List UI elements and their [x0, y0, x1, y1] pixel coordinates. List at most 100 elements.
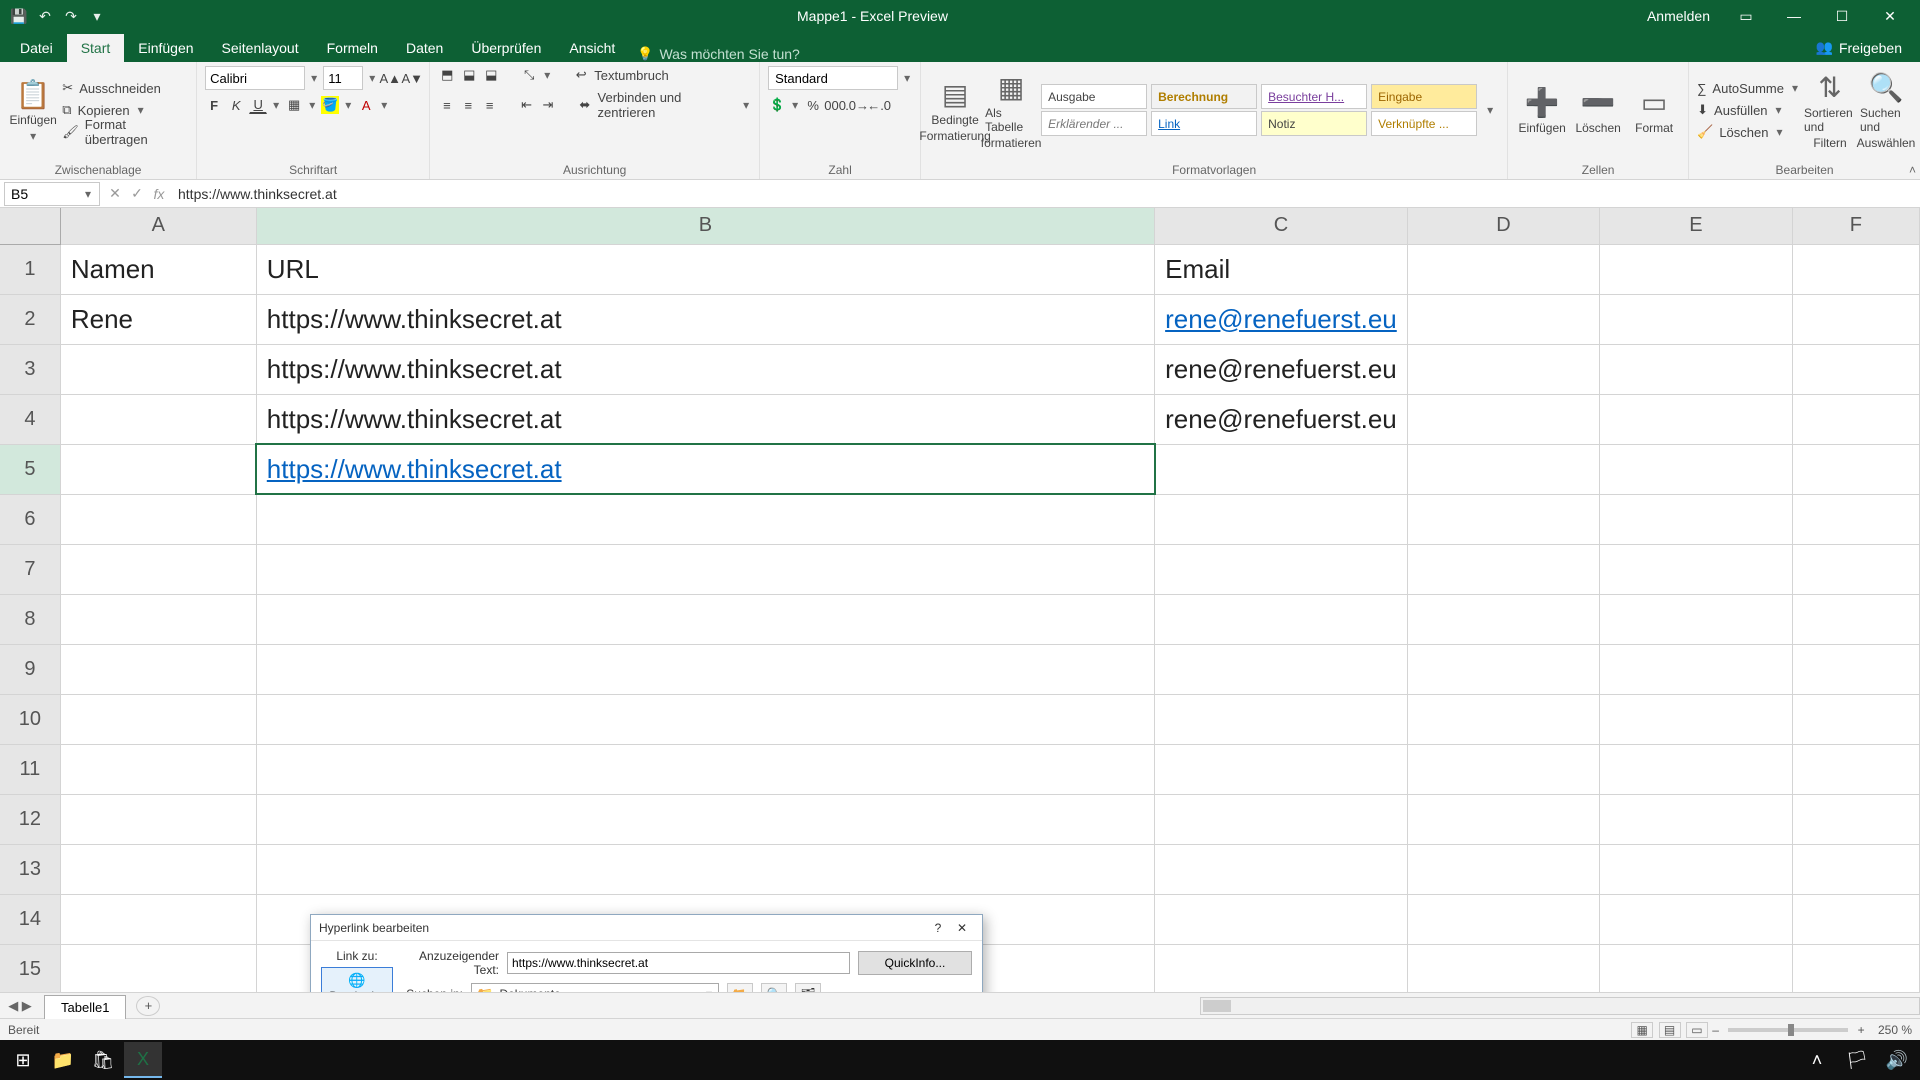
browse-web-icon[interactable]: 🔍: [761, 983, 787, 992]
row-14[interactable]: 14: [0, 894, 60, 944]
style-berechnung[interactable]: Berechnung: [1151, 84, 1257, 109]
cell-E7[interactable]: [1600, 544, 1792, 594]
italic-icon[interactable]: K: [227, 96, 245, 114]
copy-icon[interactable]: ⧉: [62, 102, 71, 118]
cell-A10[interactable]: [60, 694, 256, 744]
find-select-button[interactable]: 🔍Suchen undAuswählen: [1860, 71, 1912, 150]
inc-decimal-icon[interactable]: .0→: [848, 96, 866, 114]
cell-B2[interactable]: https://www.thinksecret.at: [256, 294, 1154, 344]
autosum-icon[interactable]: ∑: [1697, 81, 1706, 96]
hscrollbar[interactable]: [1200, 997, 1920, 1015]
cell-E1[interactable]: [1600, 244, 1792, 294]
share-button[interactable]: 👥Freigeben: [1798, 33, 1920, 62]
cell-F2[interactable]: [1792, 294, 1919, 344]
folder-combo[interactable]: 📁Dokumente▾: [471, 983, 719, 992]
minimize-icon[interactable]: —: [1782, 8, 1806, 24]
zoom-slider[interactable]: [1728, 1028, 1848, 1032]
cell-F7[interactable]: [1792, 544, 1919, 594]
view-normal-icon[interactable]: ▦: [1631, 1022, 1653, 1038]
row-6[interactable]: 6: [0, 494, 60, 544]
col-F[interactable]: F: [1792, 208, 1919, 244]
ribbon-options-icon[interactable]: ▭: [1734, 8, 1758, 25]
cell-E14[interactable]: [1600, 894, 1792, 944]
cell-F11[interactable]: [1792, 744, 1919, 794]
cell-A4[interactable]: [60, 394, 256, 444]
maximize-icon[interactable]: ☐: [1830, 8, 1854, 25]
cell-C13[interactable]: [1155, 844, 1408, 894]
insert-cells-button[interactable]: ➕Einfügen: [1516, 86, 1568, 135]
cell-B12[interactable]: [256, 794, 1154, 844]
cell-D7[interactable]: [1407, 544, 1599, 594]
fx-icon[interactable]: fx: [148, 186, 170, 202]
align-center-icon[interactable]: ≡: [460, 96, 477, 114]
cond-format-button[interactable]: ▤BedingteFormatierung: [929, 78, 981, 143]
cell-C11[interactable]: [1155, 744, 1408, 794]
store-icon[interactable]: 🛍: [84, 1042, 122, 1078]
col-C[interactable]: C: [1155, 208, 1408, 244]
styles-more-icon[interactable]: ▾: [1485, 103, 1495, 117]
percent-icon[interactable]: %: [804, 96, 822, 114]
cell-E6[interactable]: [1600, 494, 1792, 544]
cell-C7[interactable]: [1155, 544, 1408, 594]
font-color-icon[interactable]: A: [357, 96, 375, 114]
cell-E10[interactable]: [1600, 694, 1792, 744]
tab-insert[interactable]: Einfügen: [124, 34, 207, 62]
row-10[interactable]: 10: [0, 694, 60, 744]
cell-B10[interactable]: [256, 694, 1154, 744]
tray-up-icon[interactable]: ˄: [1798, 1042, 1836, 1078]
cancel-formula-icon[interactable]: ✕: [104, 185, 126, 202]
cell-F13[interactable]: [1792, 844, 1919, 894]
wrap-text-icon[interactable]: ↩: [572, 66, 590, 84]
cell-B3[interactable]: https://www.thinksecret.at: [256, 344, 1154, 394]
cell-D1[interactable]: [1407, 244, 1599, 294]
cell-F14[interactable]: [1792, 894, 1919, 944]
paste-button[interactable]: 📋Einfügen▾: [8, 78, 58, 143]
row-1[interactable]: 1: [0, 244, 60, 294]
cell-D9[interactable]: [1407, 644, 1599, 694]
cell-A6[interactable]: [60, 494, 256, 544]
tellme-text[interactable]: Was möchten Sie tun?: [659, 46, 799, 62]
cell-D14[interactable]: [1407, 894, 1599, 944]
cell-D6[interactable]: [1407, 494, 1599, 544]
cell-F6[interactable]: [1792, 494, 1919, 544]
cell-A2[interactable]: Rene: [60, 294, 256, 344]
cell-D12[interactable]: [1407, 794, 1599, 844]
cell-A1[interactable]: Namen: [60, 244, 256, 294]
fill-icon[interactable]: ⬇: [1697, 102, 1708, 118]
cell-D4[interactable]: [1407, 394, 1599, 444]
signin-link[interactable]: Anmelden: [1647, 8, 1710, 24]
cell-D8[interactable]: [1407, 594, 1599, 644]
cell-D10[interactable]: [1407, 694, 1599, 744]
redo-icon[interactable]: ↷: [62, 8, 80, 25]
tray-sound-icon[interactable]: 🔊: [1878, 1042, 1916, 1078]
align-middle-icon[interactable]: ⬓: [460, 66, 478, 84]
underline-icon[interactable]: U: [249, 96, 267, 114]
tab-view[interactable]: Ansicht: [555, 34, 629, 62]
cell-C15[interactable]: [1155, 944, 1408, 992]
format-painter-icon[interactable]: 🖌: [62, 124, 79, 140]
cell-F10[interactable]: [1792, 694, 1919, 744]
bold-icon[interactable]: F: [205, 96, 223, 114]
style-erklaer[interactable]: Erklärender ...: [1041, 111, 1147, 136]
col-E[interactable]: E: [1600, 208, 1792, 244]
cell-F5[interactable]: [1792, 444, 1919, 494]
col-A[interactable]: A: [60, 208, 256, 244]
formula-input[interactable]: https://www.thinksecret.at: [170, 186, 1920, 202]
font-size-input[interactable]: [323, 66, 363, 90]
cell-C3[interactable]: rene@renefuerst.eu: [1155, 344, 1408, 394]
cell-B4[interactable]: https://www.thinksecret.at: [256, 394, 1154, 444]
cell-C14[interactable]: [1155, 894, 1408, 944]
shrink-font-icon[interactable]: A▼: [403, 69, 421, 87]
view-break-icon[interactable]: ▭: [1686, 1022, 1708, 1038]
dialog-close-icon[interactable]: ✕: [950, 917, 974, 939]
cell-F15[interactable]: [1792, 944, 1919, 992]
tray-flag-icon[interactable]: 🏳: [1838, 1042, 1876, 1078]
row-12[interactable]: 12: [0, 794, 60, 844]
tab-layout[interactable]: Seitenlayout: [208, 34, 313, 62]
cell-A9[interactable]: [60, 644, 256, 694]
cell-C10[interactable]: [1155, 694, 1408, 744]
row-3[interactable]: 3: [0, 344, 60, 394]
cell-A12[interactable]: [60, 794, 256, 844]
align-bottom-icon[interactable]: ⬓: [482, 66, 500, 84]
cell-C1[interactable]: Email: [1155, 244, 1408, 294]
